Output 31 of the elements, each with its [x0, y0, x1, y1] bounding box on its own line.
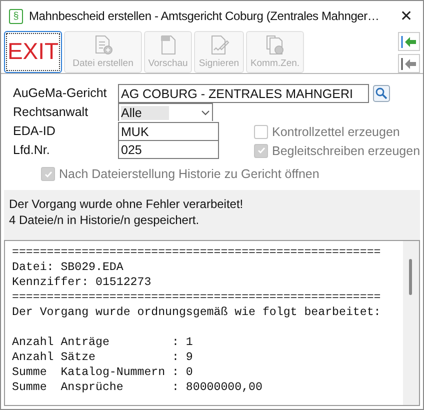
number-field[interactable]: 025 [118, 141, 219, 159]
log-line: ===================================================== [12, 245, 382, 260]
window-title: Mahnbescheid erstellen - Amtsgericht Coburg (Zentrales Mahnger… [29, 9, 380, 23]
lawyer-dropdown[interactable]: Alle [118, 103, 213, 121]
log-line: Der Vorgang wurde ordnungsgemäß wie folgt bearbeitet: [12, 305, 382, 320]
arrow-left-icon[interactable] [398, 54, 420, 73]
checkmark-icon [256, 146, 266, 155]
scrollbar[interactable] [403, 241, 419, 405]
message-text: Der Vorgang wurde ohne Fehler verarbeitet! [9, 196, 244, 212]
scroll-thumb[interactable] [409, 259, 412, 295]
app-icon: § [9, 8, 23, 24]
log-line: Anzahl Sätze : 9 [12, 350, 194, 365]
field-label: Rechtsanwalt [13, 104, 90, 121]
chevron-down-icon [201, 110, 210, 116]
arrow-left-icon[interactable] [398, 32, 420, 51]
field-label: Lfd.Nr. [13, 142, 51, 159]
search-icon[interactable] [373, 85, 390, 102]
log-line: ===================================================== [12, 290, 382, 305]
log-line: Kennziffer: 01512273 [12, 275, 152, 290]
field-label: EDA-ID [13, 123, 56, 140]
log-line: Datei: SB029.EDA [12, 260, 124, 275]
log-line: Summe Ansprüche : 80000000,00 [12, 380, 264, 395]
field-label: AuGeMa-Gericht [13, 85, 108, 102]
close-button[interactable]: ✕ [398, 7, 415, 25]
court-field[interactable]: AG COBURG - ZENTRALES MAHNGERI [118, 84, 369, 103]
message-text: 4 Dateie/n in Historie/n gespeichert. [9, 212, 200, 228]
exit-button[interactable]: EXIT [4, 31, 62, 73]
log-line: Anzahl Anträge : 1 [12, 335, 194, 350]
log-line: Summe Katalog-Nummern : 0 [12, 365, 194, 380]
checkmark-icon [44, 170, 52, 178]
eda-id-field[interactable]: MUK [118, 122, 219, 141]
